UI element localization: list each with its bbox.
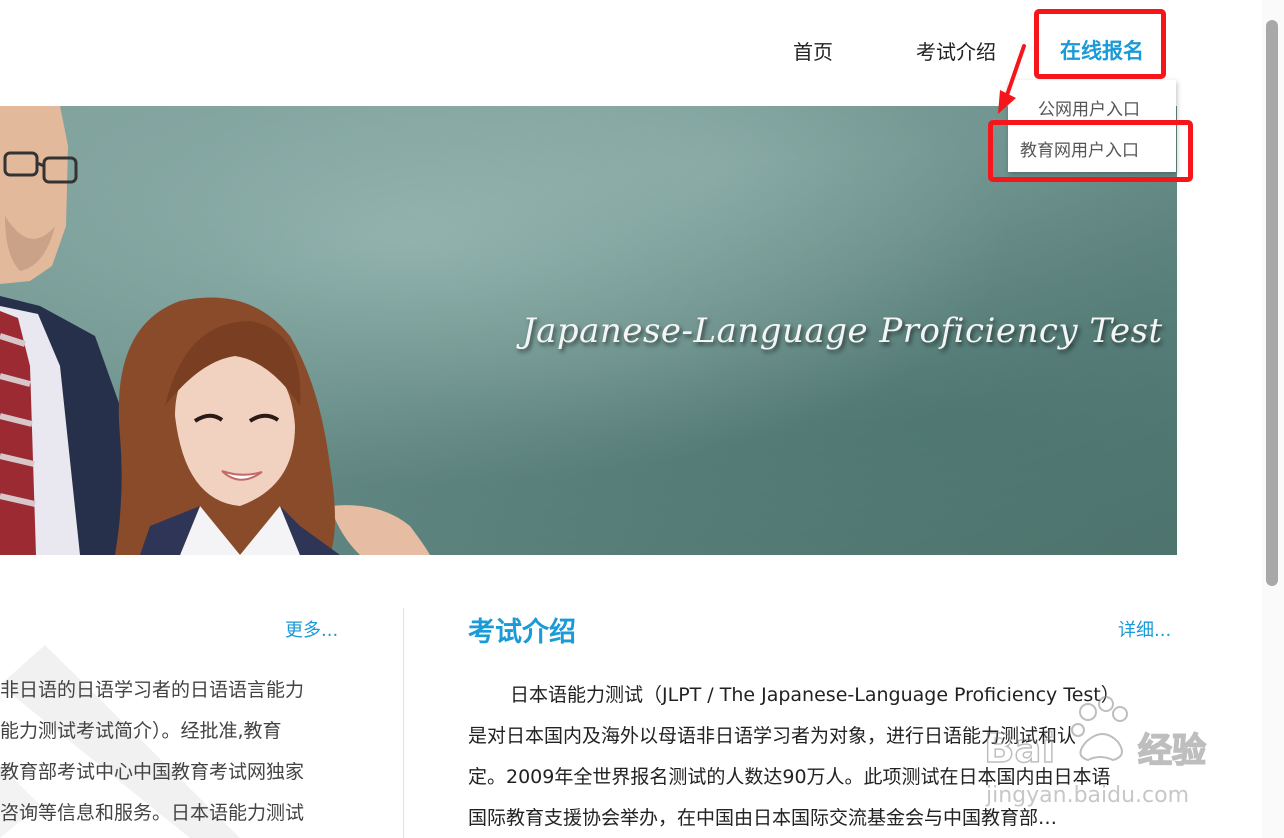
column-divider [403, 608, 404, 838]
watermark-brand: Bai [984, 726, 1055, 772]
page: 首页 考试介绍 在线报名 Japanese-Language Proficien… [0, 0, 1284, 838]
left-text-line: 能力测试考试简介）。经批准,教育 [0, 720, 282, 742]
banner-title: Japanese-Language Proficiency Test [522, 311, 1163, 351]
left-text-line: 咨询等信息和服务。日本语能力测试 [0, 802, 305, 824]
edu-entry-highlight-box [988, 120, 1193, 182]
watermark-url: jingyan.baidu.com [985, 783, 1189, 808]
exam-intro-title: 考试介绍 [468, 617, 576, 648]
left-text-line: 非日语的日语学习者的日语语言能力 [0, 679, 305, 701]
nav-exam-intro[interactable]: 考试介绍 [916, 36, 996, 65]
banner-people-image [0, 106, 430, 555]
left-news-text: 非日语的日语学习者的日语语言能力 能力测试考试简介）。经批准,教育 教育部考试中… [0, 670, 350, 834]
baidu-jingyan-watermark: Bai 经验 jingyan.baidu.com [983, 696, 1207, 808]
register-highlight-box [1034, 9, 1166, 79]
scrollbar-thumb[interactable] [1266, 20, 1278, 586]
detail-link[interactable]: 详细... [1118, 616, 1171, 642]
nav-home[interactable]: 首页 [793, 36, 833, 65]
left-text-line: 教育部考试中心中国教育考试网独家 [0, 761, 305, 783]
public-network-entry[interactable]: 公网用户入口 [1038, 95, 1140, 120]
watermark-brand-cn: 经验 [1138, 731, 1206, 771]
annotation-arrow-icon [998, 44, 1026, 114]
more-link[interactable]: 更多... [285, 616, 338, 642]
